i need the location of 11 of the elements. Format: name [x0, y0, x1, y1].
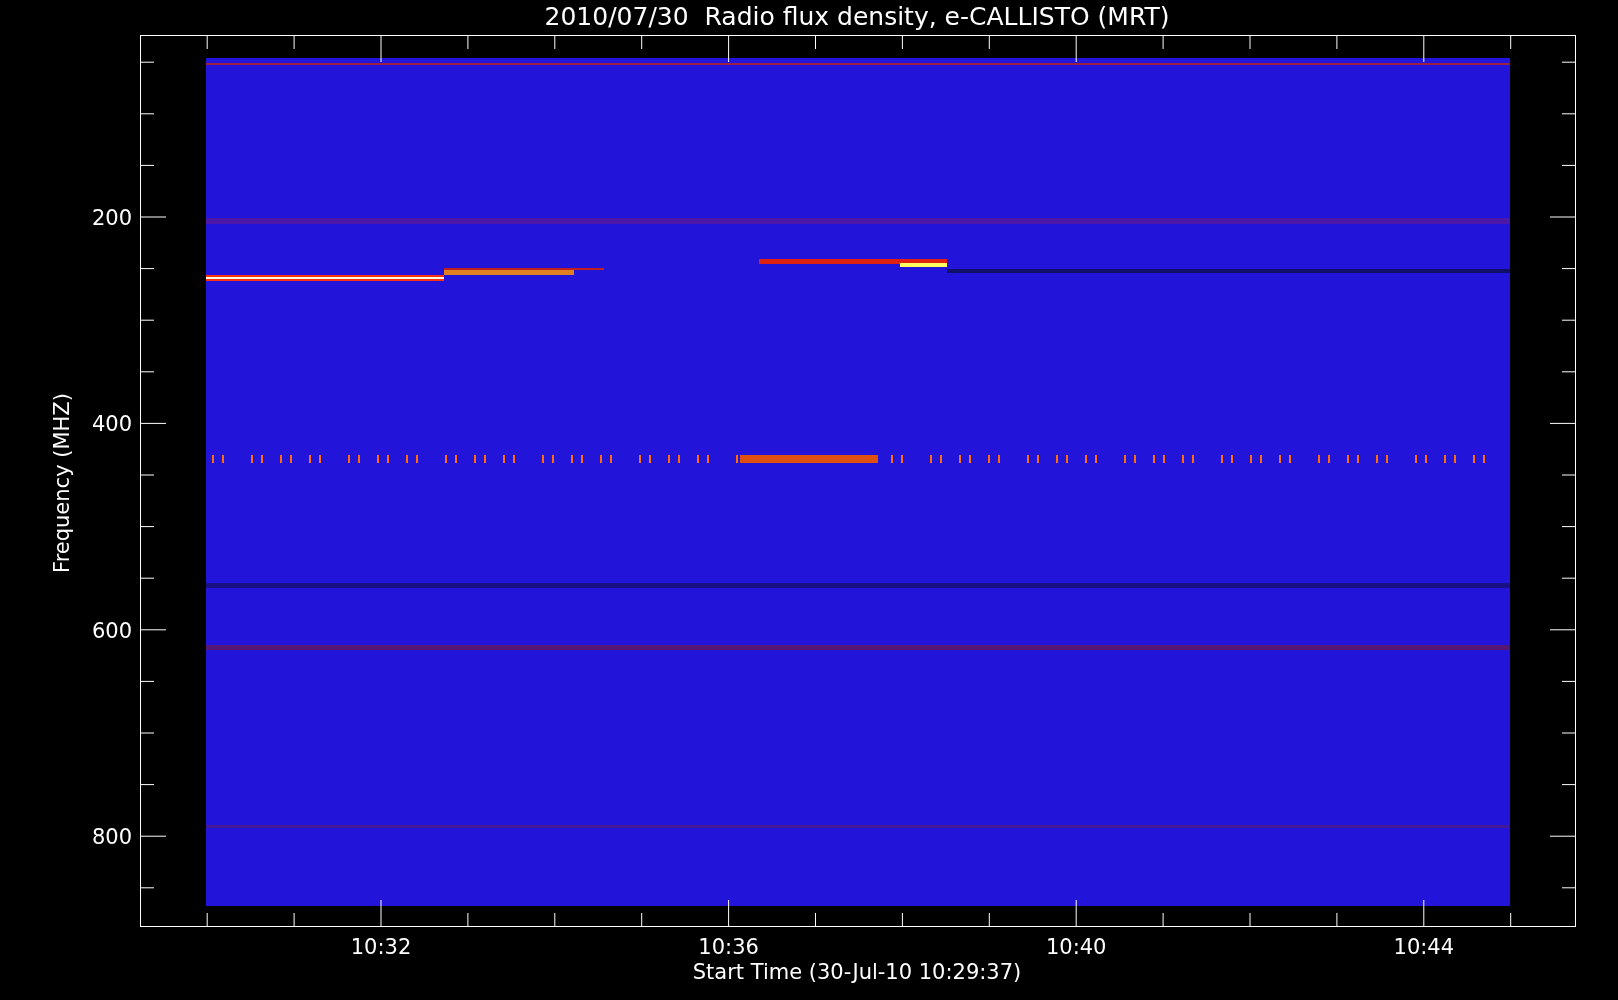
y-tick-label: 600 [91, 618, 132, 643]
x-axis-label: Start Time (30-Jul-10 10:29:37) [692, 960, 1022, 984]
y-axis-label: Frequency (MHZ) [50, 393, 74, 573]
y-tick-label: 800 [91, 825, 132, 850]
x-tick-label: 10:44 [1393, 935, 1455, 959]
x-tick-label: 10:36 [698, 935, 759, 959]
x-tick-label: 10:40 [1045, 935, 1107, 959]
y-tick-label: 400 [91, 412, 132, 437]
y-tick-label: 200 [91, 206, 132, 230]
x-tick-label: 10:32 [350, 935, 412, 959]
plot-title: 2010/07/30 Radio flux density, e-CALLISTO (MRT) [544, 2, 1170, 31]
